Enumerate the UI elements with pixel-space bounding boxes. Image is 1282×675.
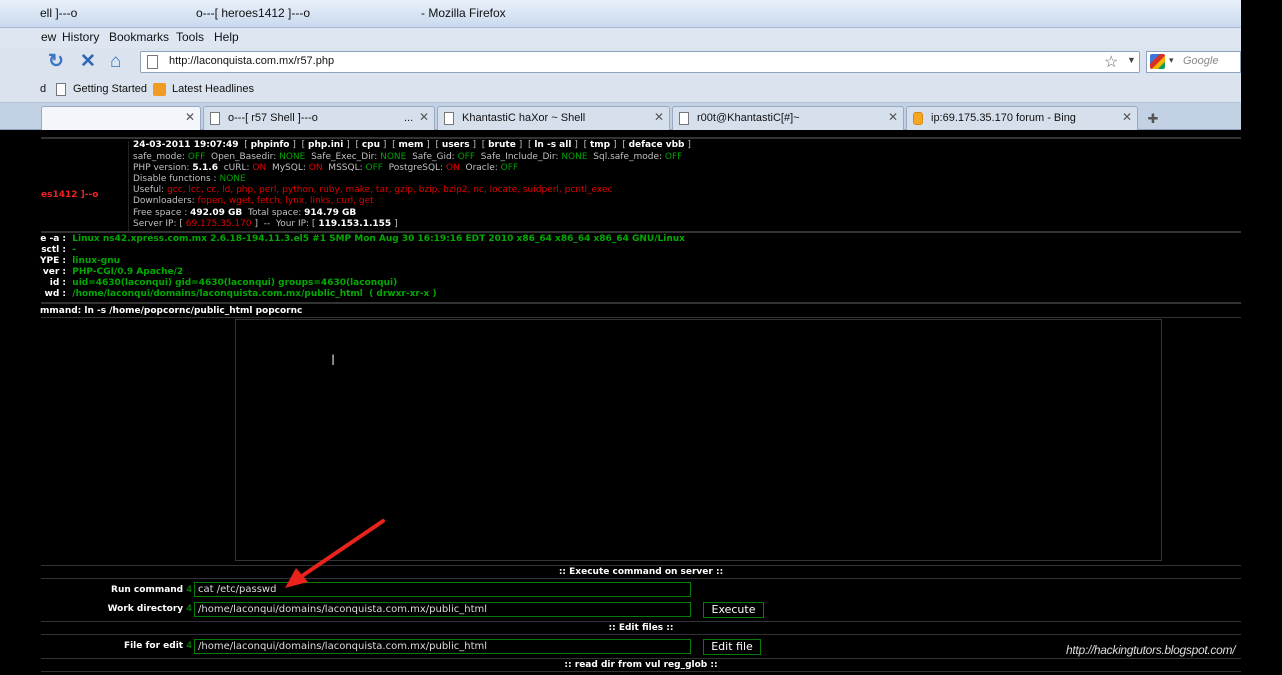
watermark: http://hackingtutors.blogspot.com/	[1066, 643, 1236, 657]
screen: ell ]---o o---[ heroes1412 ]---o - Mozil…	[0, 0, 1282, 675]
annotation-arrow	[285, 519, 385, 588]
